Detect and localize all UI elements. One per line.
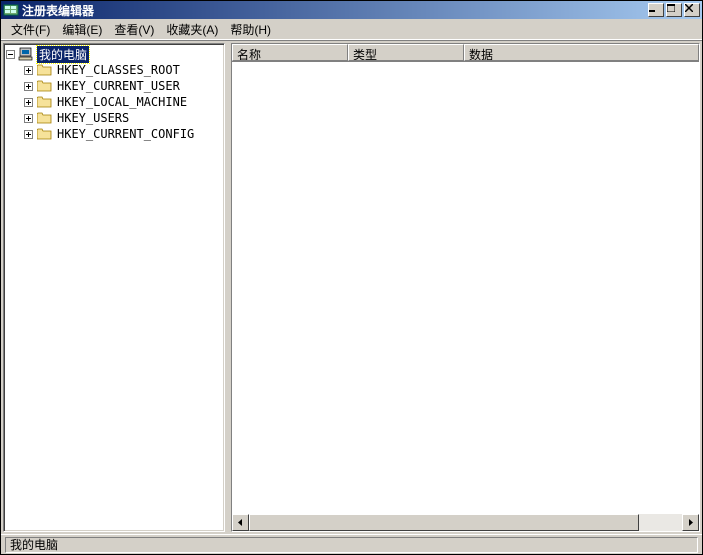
titlebar[interactable]: 注册表编辑器 bbox=[1, 1, 702, 19]
app-icon bbox=[3, 2, 19, 18]
horizontal-scrollbar[interactable] bbox=[232, 514, 699, 531]
window-title: 注册表编辑器 bbox=[22, 2, 648, 19]
tree-node-label: HKEY_CURRENT_CONFIG bbox=[55, 127, 196, 141]
scroll-left-button[interactable] bbox=[232, 514, 249, 531]
tree-pane[interactable]: 我的电脑 HKEY_CLASSES_ROOT HKEY_CURRENT_USER bbox=[3, 43, 225, 532]
statusbar: 我的电脑 bbox=[1, 534, 702, 554]
folder-icon bbox=[36, 111, 52, 125]
list-body[interactable] bbox=[232, 62, 699, 514]
tree-root[interactable]: 我的电脑 bbox=[6, 46, 224, 62]
expander-plus-icon[interactable] bbox=[24, 130, 33, 139]
scroll-thumb[interactable] bbox=[249, 514, 639, 531]
expander-plus-icon[interactable] bbox=[24, 82, 33, 91]
expander-plus-icon[interactable] bbox=[24, 98, 33, 107]
tree-root-label: 我的电脑 bbox=[37, 46, 89, 63]
expander-plus-icon[interactable] bbox=[24, 66, 33, 75]
menu-edit[interactable]: 编辑(E) bbox=[56, 20, 108, 39]
folder-icon bbox=[36, 127, 52, 141]
tree-node-hkcc[interactable]: HKEY_CURRENT_CONFIG bbox=[24, 126, 224, 142]
tree-node-hku[interactable]: HKEY_USERS bbox=[24, 110, 224, 126]
splitter[interactable] bbox=[227, 41, 229, 534]
column-header-data[interactable]: 数据 bbox=[464, 44, 699, 61]
tree-node-label: HKEY_USERS bbox=[55, 111, 131, 125]
expander-plus-icon[interactable] bbox=[24, 114, 33, 123]
tree-node-hklm[interactable]: HKEY_LOCAL_MACHINE bbox=[24, 94, 224, 110]
expander-minus-icon[interactable] bbox=[6, 50, 15, 59]
registry-editor-window: 注册表编辑器 文件(F) 编辑(E) 查看(V) 收藏夹(A) 帮助(H) bbox=[0, 0, 703, 555]
folder-icon bbox=[36, 95, 52, 109]
menu-view[interactable]: 查看(V) bbox=[108, 20, 160, 39]
tree-children: HKEY_CLASSES_ROOT HKEY_CURRENT_USER HKEY… bbox=[6, 62, 224, 142]
tree-node-label: HKEY_LOCAL_MACHINE bbox=[55, 95, 189, 109]
maximize-button[interactable] bbox=[666, 3, 682, 17]
computer-icon bbox=[18, 47, 34, 61]
close-button[interactable] bbox=[684, 3, 700, 17]
list-pane[interactable]: 名称 类型 数据 bbox=[231, 43, 700, 532]
window-controls bbox=[648, 3, 700, 17]
status-path: 我的电脑 bbox=[5, 537, 698, 553]
menu-favorites[interactable]: 收藏夹(A) bbox=[160, 20, 224, 39]
folder-icon bbox=[36, 63, 52, 77]
tree-node-hkcu[interactable]: HKEY_CURRENT_USER bbox=[24, 78, 224, 94]
menubar: 文件(F) 编辑(E) 查看(V) 收藏夹(A) 帮助(H) bbox=[1, 19, 702, 40]
tree-node-label: HKEY_CLASSES_ROOT bbox=[55, 63, 182, 77]
folder-icon bbox=[36, 79, 52, 93]
list-header: 名称 类型 数据 bbox=[232, 44, 699, 62]
minimize-button[interactable] bbox=[648, 3, 664, 17]
column-header-name[interactable]: 名称 bbox=[232, 44, 348, 61]
tree-node-label: HKEY_CURRENT_USER bbox=[55, 79, 182, 93]
column-header-type[interactable]: 类型 bbox=[348, 44, 464, 61]
tree-node-hkcr[interactable]: HKEY_CLASSES_ROOT bbox=[24, 62, 224, 78]
menu-file[interactable]: 文件(F) bbox=[5, 20, 56, 39]
menu-help[interactable]: 帮助(H) bbox=[224, 20, 277, 39]
scroll-track[interactable] bbox=[249, 514, 682, 531]
scroll-right-button[interactable] bbox=[682, 514, 699, 531]
client-area: 我的电脑 HKEY_CLASSES_ROOT HKEY_CURRENT_USER bbox=[1, 40, 702, 534]
